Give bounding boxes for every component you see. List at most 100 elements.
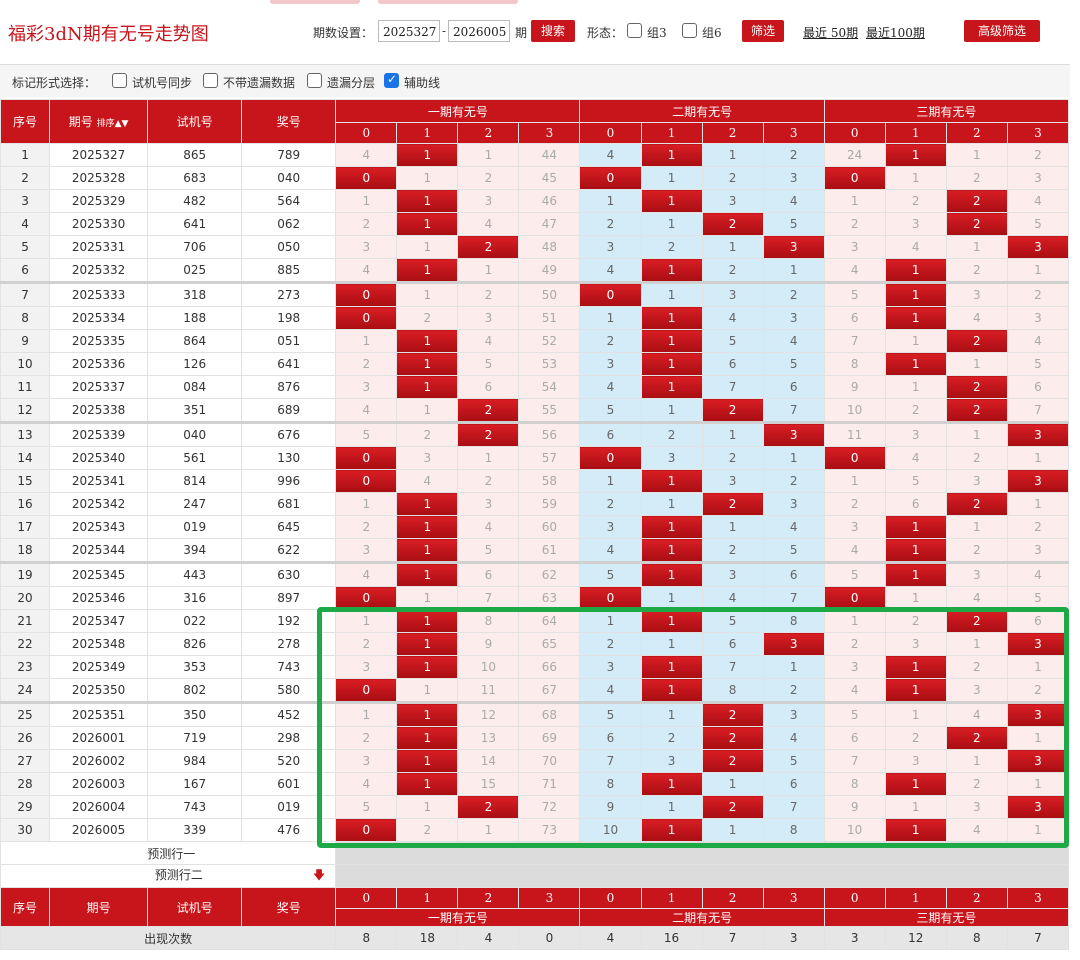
period-from-input[interactable]: 2025327: [378, 20, 440, 42]
win-cell: 676: [241, 422, 337, 447]
try-cell: 706: [147, 235, 243, 259]
miss-cell: 2: [884, 609, 947, 633]
miss-cell: 1: [945, 515, 1008, 539]
recent-100-link[interactable]: 最近100期: [866, 24, 925, 41]
predict-row-1-label: 预测行一: [0, 841, 337, 865]
win-cell: 520: [241, 749, 337, 773]
hit-cell: 2: [701, 795, 764, 819]
table-row: 17 2025343 019 645 2 1 4 60 3 1 1 4 3 1 1 2: [0, 515, 1070, 539]
win-cell: 622: [241, 538, 337, 564]
predict-row-2-cells[interactable]: [335, 864, 1069, 888]
header-try: 试机号: [147, 99, 243, 144]
period-label: 期数设置：: [313, 26, 374, 40]
miss-cell: 4: [823, 678, 886, 704]
footer-period: 期号: [49, 887, 149, 927]
period-cell: 2025333: [49, 282, 149, 307]
miss-cell: 1: [396, 795, 459, 819]
header-period[interactable]: 期号 排序▲▼: [49, 99, 149, 144]
miss-cell: 1: [457, 143, 520, 167]
filter-button[interactable]: 筛选: [742, 20, 784, 42]
hit-cell: 3: [762, 422, 825, 447]
miss-cell: 2: [1006, 143, 1070, 167]
miss-cell: 5: [579, 702, 642, 727]
seq-cell: 21: [0, 609, 51, 633]
miss-cell: 3: [335, 655, 398, 679]
miss-cell: 5: [457, 538, 520, 564]
miss-cell: 6: [701, 352, 764, 376]
period-cell: 2025339: [49, 422, 149, 447]
search-button[interactable]: 搜索: [531, 20, 575, 42]
miss-cell: 1: [1006, 446, 1070, 470]
table-row: 20 2025346 316 897 0 1 7 63 0 1 4 7 0 1 4 5: [0, 586, 1070, 610]
period-to-input[interactable]: 2026005: [448, 20, 510, 42]
sort-control[interactable]: 排序▲▼: [97, 119, 129, 129]
miss-cell: 1: [884, 375, 947, 399]
miss-cell: 4: [579, 375, 642, 399]
miss-cell: 7: [823, 749, 886, 773]
win-cell: 876: [241, 375, 337, 399]
period-cell: 2025328: [49, 166, 149, 190]
miss-cell: 2: [945, 772, 1008, 796]
table-row: 7 2025333 318 273 0 1 2 50 0 1 3 2 5 1 3 2: [0, 282, 1070, 307]
miss-cell: 2: [1006, 678, 1070, 704]
hit-cell: 2: [457, 795, 520, 819]
miss-cell: 5: [335, 795, 398, 819]
top-toolbar: 福彩3dN期有无号走势图 期数设置： 2025327 - 2026005 期 搜…: [0, 0, 1080, 60]
hit-cell: 1: [884, 655, 947, 679]
period-cell: 2025338: [49, 398, 149, 424]
miss-cell: 6: [762, 562, 825, 587]
try-cell: 826: [147, 632, 243, 656]
predict-row-1-cells[interactable]: [335, 841, 1069, 865]
seq-cell: 19: [0, 562, 51, 587]
period-dash: -: [442, 24, 447, 38]
table-row: 21 2025347 022 192 1 1 8 64 1 1 5 8 1 2 2 6: [0, 609, 1070, 633]
period-cell: 2025340: [49, 446, 149, 470]
recent-50-link[interactable]: 最近 50期: [803, 24, 858, 41]
miss-cell: 46: [518, 189, 581, 213]
miss-cell: 68: [518, 702, 581, 727]
miss-cell: 3: [335, 749, 398, 773]
miss-cell: 3: [457, 306, 520, 330]
miss-cell: 67: [518, 678, 581, 704]
period-cell: 2026004: [49, 795, 149, 819]
miss-cell: 5: [335, 422, 398, 447]
try-cell: 025: [147, 258, 243, 284]
mark-style-label: 标记形式选择：: [12, 76, 97, 90]
miss-cell: 2: [945, 655, 1008, 679]
miss-cell: 4: [579, 258, 642, 284]
miss-cell: 1: [579, 469, 642, 493]
try-sync-checkbox[interactable]: [112, 73, 127, 88]
hit-cell: 3: [1006, 795, 1070, 819]
miss-cell: 3: [335, 235, 398, 259]
miss-cell: 69: [518, 726, 581, 750]
try-cell: 084: [147, 375, 243, 399]
try-cell: 350: [147, 702, 243, 727]
hit-cell: 2: [457, 398, 520, 424]
miss-cell: 8: [701, 678, 764, 704]
hit-cell: 1: [884, 258, 947, 284]
miss-cell: 2: [945, 166, 1008, 190]
stat-cell: 7: [1006, 926, 1070, 950]
advanced-filter-button[interactable]: 高级筛选: [964, 20, 1040, 42]
miss-cell: 1: [1006, 655, 1070, 679]
miss-cell: 2: [701, 258, 764, 284]
table-row: 3 2025329 482 564 1 1 3 46 1 1 3 4 1 2 2 4: [0, 189, 1070, 213]
z3-checkbox[interactable]: [627, 23, 642, 38]
stat-cell: 3: [823, 926, 886, 950]
hit-cell: 1: [640, 143, 703, 167]
miss-cell: 2: [701, 166, 764, 190]
guide-line-checkbox[interactable]: [384, 72, 399, 88]
footer-digit: 1: [884, 887, 947, 909]
miss-cell: 71: [518, 772, 581, 796]
win-cell: 050: [241, 235, 337, 259]
no-miss-checkbox[interactable]: [203, 73, 218, 88]
miss-cell: 1: [762, 446, 825, 470]
miss-layer-checkbox[interactable]: [307, 73, 322, 88]
arrow-down-icon[interactable]: 🡇: [313, 868, 325, 882]
period-cell: 2026003: [49, 772, 149, 796]
hit-cell: 1: [640, 469, 703, 493]
z6-checkbox[interactable]: [682, 23, 697, 38]
miss-cell: 4: [1006, 562, 1070, 587]
table-row: 27 2026002 984 520 3 1 14 70 7 3 2 5 7 3 1 3: [0, 749, 1070, 773]
miss-layer-label: 遗漏分层: [327, 76, 376, 90]
